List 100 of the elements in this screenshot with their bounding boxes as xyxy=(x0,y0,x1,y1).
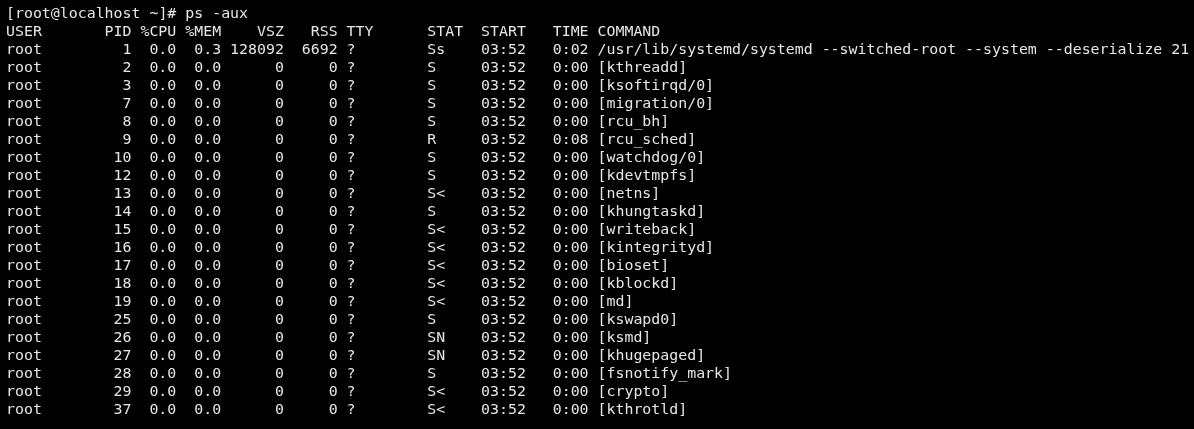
cell-rss: 0 xyxy=(327,166,338,184)
cell-command: [md] xyxy=(597,292,634,310)
cell-command: [khungtaskd] xyxy=(597,202,706,220)
cell-user: root xyxy=(6,58,43,76)
cell-tty: ? xyxy=(346,346,357,364)
cell-time: 0:00 xyxy=(551,256,589,274)
cell-user: root xyxy=(6,256,43,274)
column-header-vsz: VSZ xyxy=(255,22,284,40)
cell-time: 0:00 xyxy=(551,202,589,220)
column-header-stat: STAT xyxy=(427,22,465,40)
cell-cpu: 0.0 xyxy=(148,382,177,400)
cell-pid: 16 xyxy=(112,238,132,256)
cell-start: 03:52 xyxy=(481,292,526,310)
cell-tty: ? xyxy=(346,166,357,184)
cell-time: 0:00 xyxy=(551,238,589,256)
cell-user: root xyxy=(6,94,43,112)
cell-rss: 0 xyxy=(327,346,338,364)
cell-stat: S< xyxy=(427,400,447,418)
cell-command: [migration/0] xyxy=(597,94,715,112)
cell-mem: 0.0 xyxy=(193,256,222,274)
cell-cpu: 0.0 xyxy=(148,292,177,310)
cell-pid: 27 xyxy=(112,346,132,364)
cell-user: root xyxy=(6,382,43,400)
cell-mem: 0.0 xyxy=(193,148,222,166)
cell-stat: S xyxy=(427,202,438,220)
cell-command: [kthreadd] xyxy=(597,58,688,76)
cell-mem: 0.0 xyxy=(193,166,222,184)
cell-start: 03:52 xyxy=(481,274,526,292)
column-header-mem: %MEM xyxy=(184,22,222,40)
cell-tty: ? xyxy=(346,94,357,112)
cell-command: [rcu_sched] xyxy=(597,130,697,148)
cell-command: [rcu_bh] xyxy=(597,112,670,130)
cell-command: [ksmd] xyxy=(597,328,652,346)
cell-vsz: 0 xyxy=(273,184,284,202)
cell-pid: 19 xyxy=(112,292,132,310)
cell-rss: 0 xyxy=(327,112,338,130)
cell-user: root xyxy=(6,238,43,256)
cell-user: root xyxy=(6,400,43,418)
cell-command: [watchdog/0] xyxy=(597,148,706,166)
cell-pid: 26 xyxy=(112,328,132,346)
cell-vsz: 0 xyxy=(273,202,284,220)
cell-stat: S xyxy=(427,94,438,112)
cell-rss: 0 xyxy=(327,382,338,400)
cell-rss: 6692 xyxy=(300,40,338,58)
cell-pid: 9 xyxy=(121,130,132,148)
cell-vsz: 0 xyxy=(273,310,284,328)
cell-time: 0:02 xyxy=(551,40,589,58)
cell-rss: 0 xyxy=(327,292,338,310)
cell-rss: 0 xyxy=(327,76,338,94)
cell-stat: S< xyxy=(427,382,447,400)
cell-user: root xyxy=(6,76,43,94)
cell-mem: 0.0 xyxy=(193,202,222,220)
cell-cpu: 0.0 xyxy=(148,94,177,112)
cell-time: 0:00 xyxy=(551,292,589,310)
cell-mem: 0.0 xyxy=(193,292,222,310)
cell-stat: SN xyxy=(427,328,447,346)
cell-start: 03:52 xyxy=(481,346,526,364)
cell-tty: ? xyxy=(346,130,357,148)
cell-tty: ? xyxy=(346,202,357,220)
cell-mem: 0.0 xyxy=(193,94,222,112)
cell-rss: 0 xyxy=(327,400,338,418)
cell-rss: 0 xyxy=(327,364,338,382)
column-header-user: USER xyxy=(6,22,43,40)
cell-mem: 0.0 xyxy=(193,184,222,202)
cell-rss: 0 xyxy=(327,256,338,274)
column-header-rss: RSS xyxy=(309,22,338,40)
cell-command: [kswapd0] xyxy=(597,310,679,328)
cell-time: 0:00 xyxy=(551,220,589,238)
cell-vsz: 0 xyxy=(273,76,284,94)
cell-command: [kthrotld] xyxy=(597,400,688,418)
cell-time: 0:00 xyxy=(551,148,589,166)
cell-mem: 0.0 xyxy=(193,220,222,238)
cell-tty: ? xyxy=(346,400,357,418)
cell-command: [kintegrityd] xyxy=(597,238,715,256)
cell-rss: 0 xyxy=(327,274,338,292)
cell-mem: 0.0 xyxy=(193,76,222,94)
cell-pid: 17 xyxy=(112,256,132,274)
cell-time: 0:00 xyxy=(551,94,589,112)
cell-start: 03:52 xyxy=(481,130,526,148)
cell-tty: ? xyxy=(346,40,357,58)
cell-stat: S< xyxy=(427,256,447,274)
cell-tty: ? xyxy=(346,220,357,238)
cell-user: root xyxy=(6,184,43,202)
cell-cpu: 0.0 xyxy=(148,166,177,184)
column-header-time: TIME xyxy=(551,22,589,40)
cell-vsz: 0 xyxy=(273,166,284,184)
cell-cpu: 0.0 xyxy=(148,364,177,382)
cell-cpu: 0.0 xyxy=(148,40,177,58)
cell-user: root xyxy=(6,274,43,292)
cell-tty: ? xyxy=(346,76,357,94)
cell-command: [bioset] xyxy=(597,256,670,274)
cell-mem: 0.0 xyxy=(193,238,222,256)
cell-start: 03:52 xyxy=(481,202,526,220)
cell-tty: ? xyxy=(346,238,357,256)
cell-cpu: 0.0 xyxy=(148,310,177,328)
cell-rss: 0 xyxy=(327,202,338,220)
cell-pid: 10 xyxy=(112,148,132,166)
cell-vsz: 0 xyxy=(273,238,284,256)
cell-cpu: 0.0 xyxy=(148,220,177,238)
cell-cpu: 0.0 xyxy=(148,328,177,346)
